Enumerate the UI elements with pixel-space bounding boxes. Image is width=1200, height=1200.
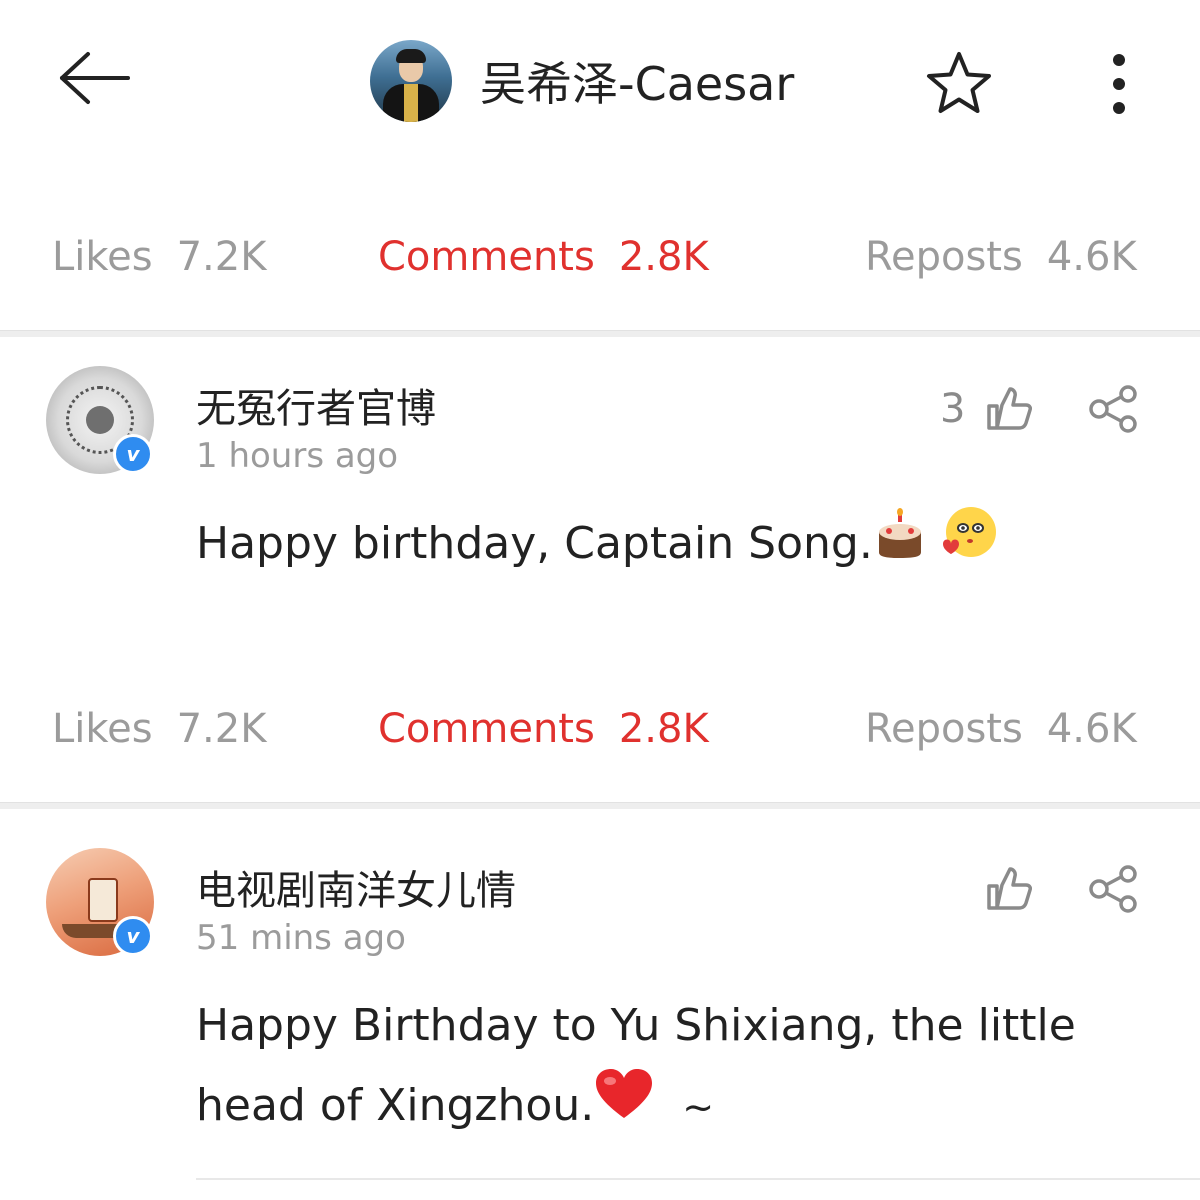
section-divider — [0, 802, 1200, 809]
header-avatar[interactable] — [370, 40, 452, 122]
share-icon — [1089, 385, 1137, 433]
section-divider — [0, 330, 1200, 337]
comment-timestamp: 51 mins ago — [196, 918, 406, 958]
reposts-label: Reposts — [865, 706, 1023, 752]
comment-body-line2-wrap: head of Xingzhou. ~ — [196, 1066, 1156, 1148]
likes-count: 7.2K — [176, 234, 267, 280]
comment-body-line1: Happy Birthday to Yu Shixiang, the littl… — [196, 1000, 1076, 1051]
comment-timestamp: 1 hours ago — [196, 436, 399, 476]
tab-reposts[interactable]: Reposts 4.6K — [865, 706, 1137, 752]
tilde-text: ~ — [682, 1085, 715, 1129]
share-icon — [1089, 865, 1137, 913]
tab-comments[interactable]: Comments 2.8K — [378, 706, 709, 752]
like-button[interactable] — [983, 864, 1033, 914]
comment-body-line2: head of Xingzhou. — [196, 1080, 595, 1131]
share-button[interactable] — [1086, 384, 1142, 434]
comment-separator — [196, 1178, 1200, 1180]
favorite-button[interactable] — [924, 50, 994, 116]
comment-like-count: 3 — [940, 386, 966, 432]
tab-likes[interactable]: Likes 7.2K — [52, 706, 266, 752]
reposts-label: Reposts — [865, 234, 1023, 280]
verified-badge-icon: v — [113, 434, 153, 474]
more-vertical-icon — [1113, 54, 1125, 66]
header-profile[interactable]: 吴希泽-Caesar — [370, 38, 794, 124]
likes-label: Likes — [52, 234, 153, 280]
comment-username[interactable]: 无冤行者官博 — [196, 376, 436, 434]
like-button[interactable] — [983, 384, 1033, 434]
thumbs-up-icon — [987, 867, 1032, 910]
likes-count: 7.2K — [176, 706, 267, 752]
more-options-button[interactable] — [1095, 46, 1145, 122]
comment-text: Happy birthday, Captain Song. — [196, 504, 1156, 588]
back-button[interactable] — [50, 40, 140, 120]
red-heart-icon — [594, 1068, 654, 1148]
arrow-left-icon — [60, 52, 130, 104]
tab-comments[interactable]: Comments 2.8K — [378, 234, 709, 280]
tab-reposts[interactable]: Reposts 4.6K — [865, 234, 1137, 280]
tab-likes[interactable]: Likes 7.2K — [52, 234, 266, 280]
reposts-count: 4.6K — [1046, 706, 1137, 752]
comments-count: 2.8K — [618, 706, 709, 752]
blushing-face-icon — [941, 504, 999, 588]
comments-label: Comments — [378, 234, 595, 280]
birthday-cake-icon — [873, 506, 927, 586]
stats-bar: Likes 7.2K Comments 2.8K Reposts 4.6K — [0, 224, 1200, 304]
reposts-count: 4.6K — [1046, 234, 1137, 280]
share-button[interactable] — [1086, 864, 1142, 914]
star-outline-icon — [927, 52, 991, 113]
thumbs-up-icon — [987, 387, 1032, 430]
likes-label: Likes — [52, 706, 153, 752]
comment-username[interactable]: 电视剧南洋女儿情 — [196, 858, 516, 916]
comment-body: Happy birthday, Captain Song. — [196, 518, 873, 569]
verified-badge-icon: v — [113, 916, 153, 956]
comments-count: 2.8K — [618, 234, 709, 280]
stats-bar: Likes 7.2K Comments 2.8K Reposts 4.6K — [0, 696, 1200, 776]
comments-label: Comments — [378, 706, 595, 752]
page-title: 吴希泽-Caesar — [480, 57, 795, 111]
comment-text: Happy Birthday to Yu Shixiang, the littl… — [196, 986, 1156, 1148]
